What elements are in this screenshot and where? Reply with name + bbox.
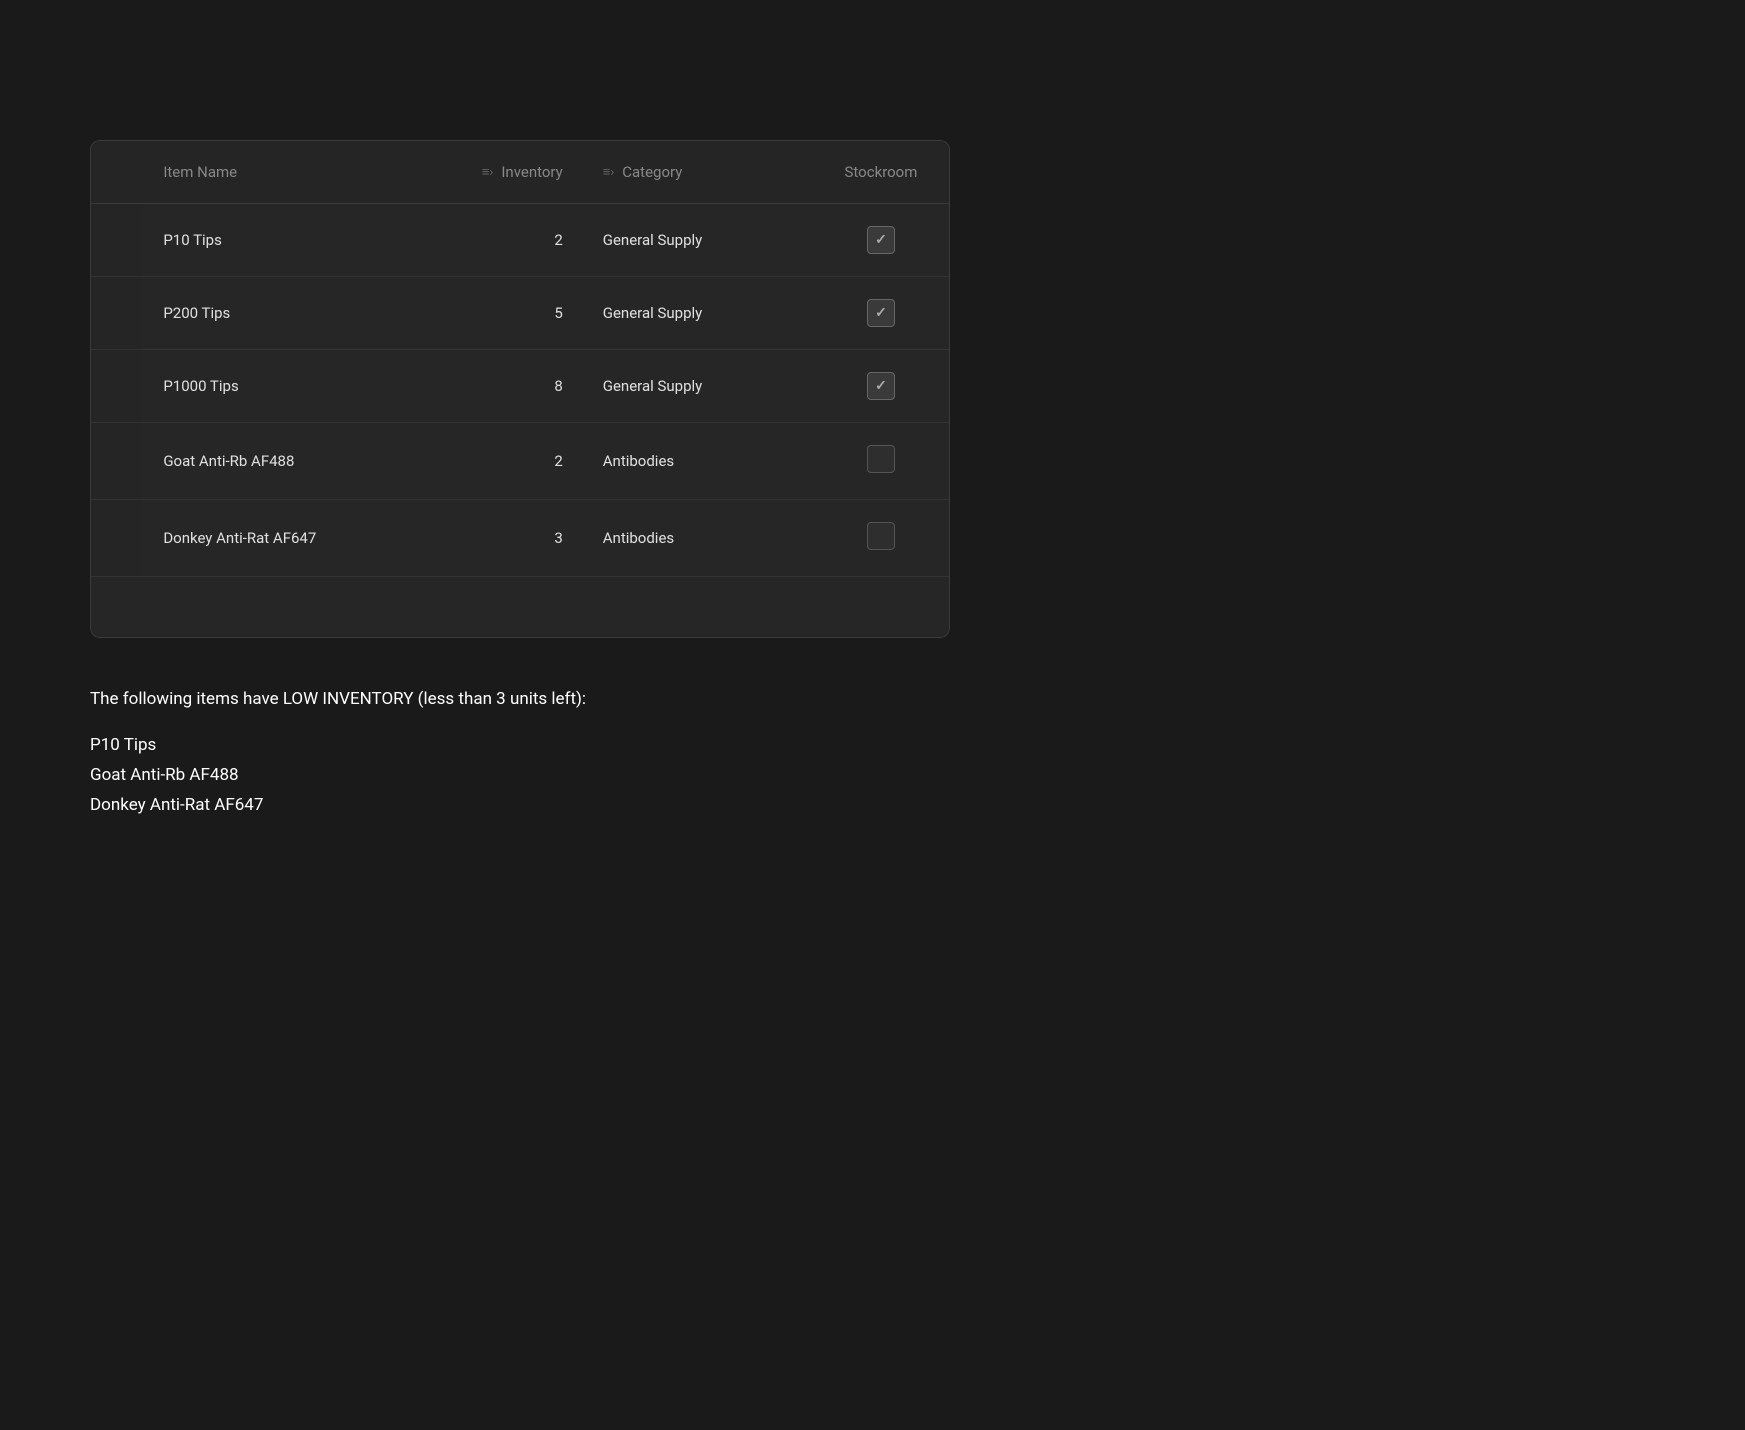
col-header-select bbox=[91, 141, 143, 204]
row-name-cell: Goat Anti-Rb AF488 bbox=[143, 423, 426, 500]
row-category-cell: General Supply bbox=[583, 204, 813, 277]
row-stockroom-cell[interactable] bbox=[813, 500, 949, 577]
row-select-cell bbox=[91, 500, 143, 577]
col-header-name: Item Name bbox=[143, 141, 426, 204]
low-inventory-item: Goat Anti-Rb AF488 bbox=[90, 765, 586, 785]
row-select-cell bbox=[91, 423, 143, 500]
row-category-cell: General Supply bbox=[583, 350, 813, 423]
row-inventory-cell: 2 bbox=[426, 423, 583, 500]
row-name-cell: P10 Tips bbox=[143, 204, 426, 277]
stockroom-checkbox[interactable] bbox=[867, 445, 895, 473]
row-select-cell bbox=[91, 204, 143, 277]
low-inventory-item: Donkey Anti-Rat AF647 bbox=[90, 795, 586, 815]
stockroom-checkbox[interactable] bbox=[867, 226, 895, 254]
row-category-cell: Antibodies bbox=[583, 500, 813, 577]
inventory-table-container: Item Name ≡› Inventory ≡› Category Stock… bbox=[90, 140, 950, 638]
row-inventory-cell: 5 bbox=[426, 277, 583, 350]
row-inventory-cell: 8 bbox=[426, 350, 583, 423]
row-stockroom-cell[interactable] bbox=[813, 204, 949, 277]
inventory-sort-icon: ≡› bbox=[482, 164, 494, 180]
table-row: P10 Tips2General Supply bbox=[91, 204, 949, 277]
table-row: P200 Tips5General Supply bbox=[91, 277, 949, 350]
stockroom-checkbox[interactable] bbox=[867, 522, 895, 550]
low-inventory-section: The following items have LOW INVENTORY (… bbox=[80, 688, 586, 816]
row-select-cell bbox=[91, 277, 143, 350]
row-name-cell: Donkey Anti-Rat AF647 bbox=[143, 500, 426, 577]
inventory-table: Item Name ≡› Inventory ≡› Category Stock… bbox=[91, 141, 949, 637]
table-header-row: Item Name ≡› Inventory ≡› Category Stock… bbox=[91, 141, 949, 204]
stockroom-checkbox[interactable] bbox=[867, 372, 895, 400]
col-header-stockroom: Stockroom bbox=[813, 141, 949, 204]
row-name-cell: P200 Tips bbox=[143, 277, 426, 350]
row-category-cell: General Supply bbox=[583, 277, 813, 350]
col-header-category[interactable]: ≡› Category bbox=[583, 141, 813, 204]
stockroom-checkbox[interactable] bbox=[867, 299, 895, 327]
row-category-cell: Antibodies bbox=[583, 423, 813, 500]
row-stockroom-cell[interactable] bbox=[813, 423, 949, 500]
table-row: P1000 Tips8General Supply bbox=[91, 350, 949, 423]
table-row: Goat Anti-Rb AF4882Antibodies bbox=[91, 423, 949, 500]
low-inventory-list: P10 Tips Goat Anti-Rb AF488 Donkey Anti-Ra… bbox=[90, 735, 586, 815]
table-empty-row bbox=[91, 577, 949, 637]
table-row: Donkey Anti-Rat AF6473Antibodies bbox=[91, 500, 949, 577]
row-select-cell bbox=[91, 350, 143, 423]
category-sort-icon: ≡› bbox=[603, 164, 615, 180]
row-inventory-cell: 3 bbox=[426, 500, 583, 577]
low-inventory-item: P10 Tips bbox=[90, 735, 586, 755]
row-stockroom-cell[interactable] bbox=[813, 277, 949, 350]
col-header-inventory[interactable]: ≡› Inventory bbox=[426, 141, 583, 204]
row-inventory-cell: 2 bbox=[426, 204, 583, 277]
row-name-cell: P1000 Tips bbox=[143, 350, 426, 423]
row-stockroom-cell[interactable] bbox=[813, 350, 949, 423]
low-inventory-title: The following items have LOW INVENTORY (… bbox=[90, 688, 586, 712]
